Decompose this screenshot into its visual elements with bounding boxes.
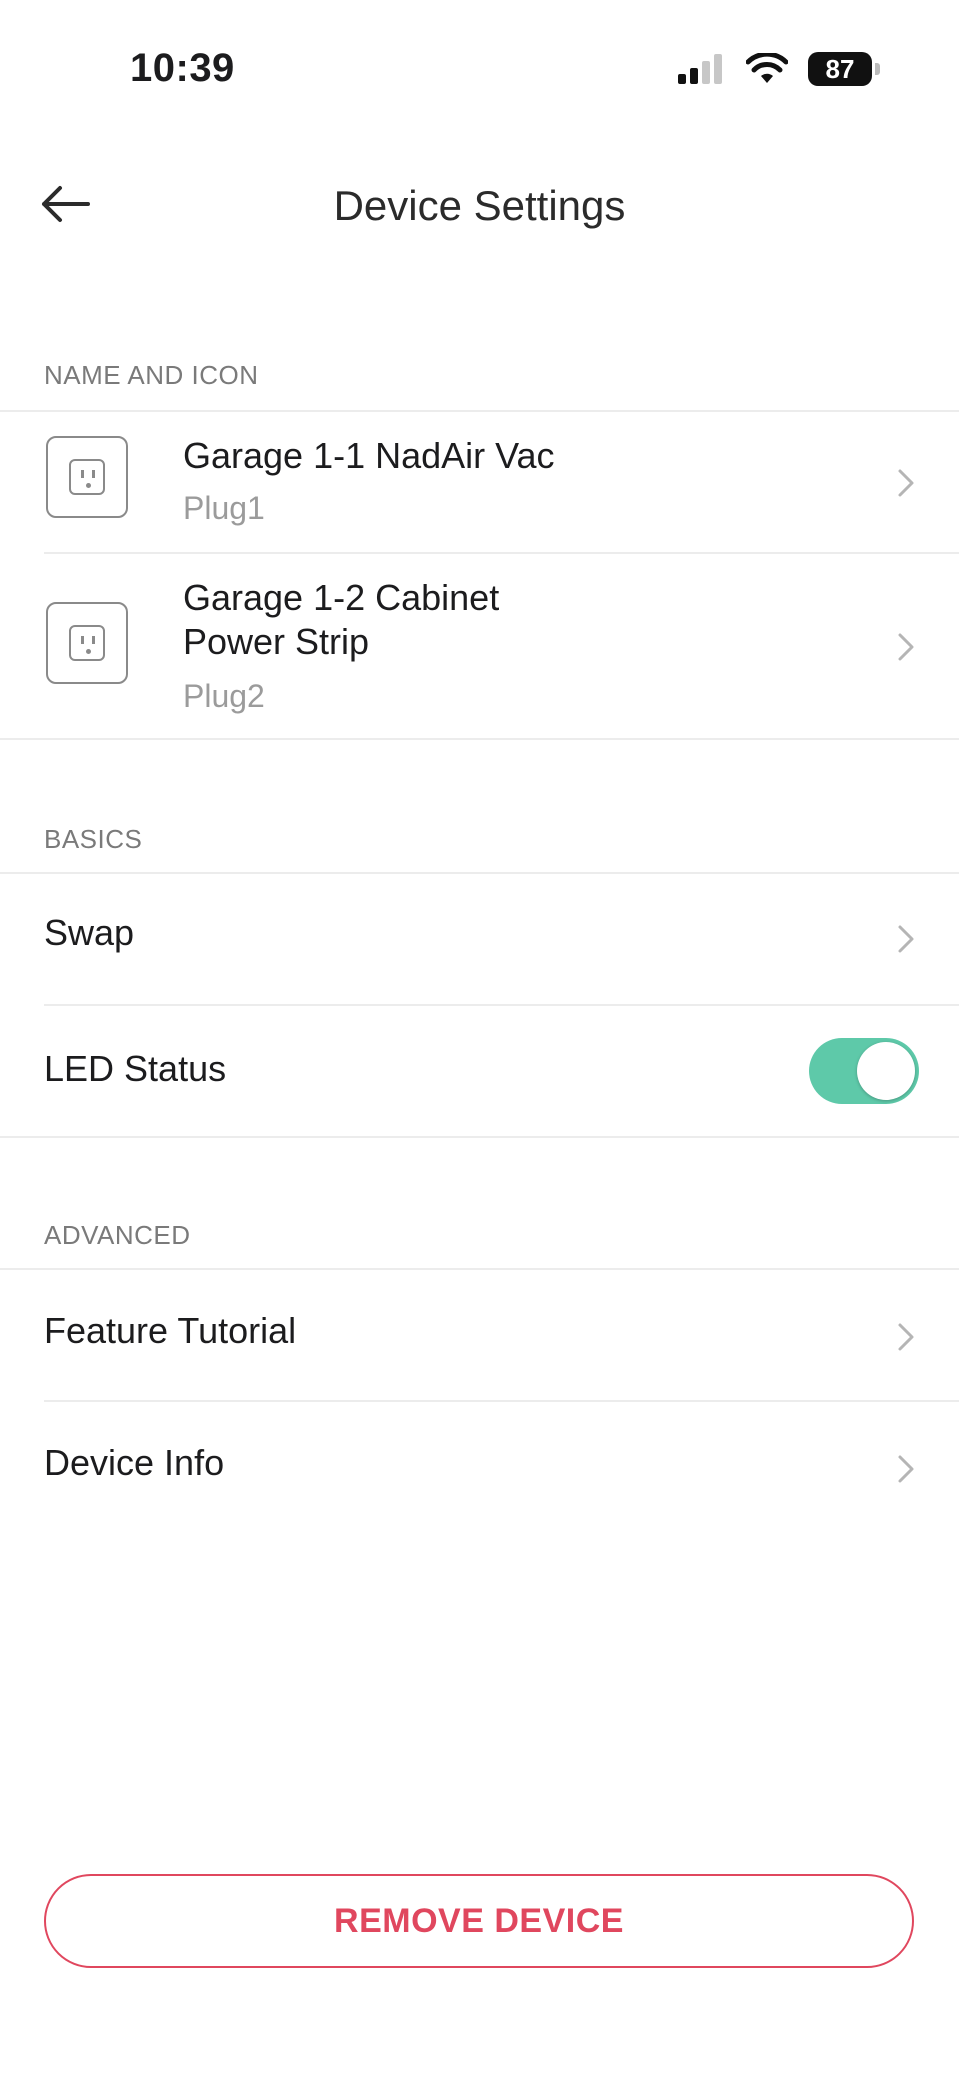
status-icons: 87: [678, 52, 880, 86]
led-status-toggle[interactable]: [809, 1038, 919, 1104]
section-header-advanced: ADVANCED: [44, 1220, 191, 1250]
divider: [0, 738, 959, 740]
toggle-knob: [857, 1042, 915, 1100]
led-status-label: LED Status: [44, 1048, 227, 1089]
device-name: Garage 1-2 Cabinet Power Strip: [183, 577, 500, 662]
swap-row[interactable]: Swap: [0, 874, 959, 1004]
plug-outlet-icon: [46, 436, 128, 518]
section-header-basics: BASICS: [44, 824, 143, 854]
status-bar: 10:39 87: [0, 0, 959, 140]
divider: [0, 1136, 959, 1138]
device-plug-label: Plug2: [183, 678, 265, 714]
device-row-plug2[interactable]: Garage 1-2 Cabinet Power Strip Plug2: [0, 554, 959, 738]
chevron-right-icon: [898, 469, 914, 497]
led-status-row: LED Status: [0, 1006, 959, 1136]
remove-device-button[interactable]: REMOVE DEVICE: [44, 1874, 914, 1968]
swap-label: Swap: [44, 912, 135, 953]
feature-tutorial-label: Feature Tutorial: [44, 1310, 297, 1351]
battery-level: 87: [825, 53, 855, 84]
page-title: Device Settings: [333, 182, 626, 229]
chevron-right-icon: [898, 1455, 914, 1483]
section-header-name-and-icon: NAME AND ICON: [44, 360, 259, 390]
plug-outlet-icon: [46, 602, 128, 684]
device-info-row[interactable]: Device Info: [0, 1402, 959, 1532]
signal-icon: [678, 54, 722, 84]
feature-tutorial-row[interactable]: Feature Tutorial: [0, 1270, 959, 1400]
device-name: Garage 1-1 NadAir Vac: [183, 435, 555, 476]
device-plug-label: Plug1: [183, 490, 265, 526]
nav-header: Device Settings: [0, 150, 959, 260]
device-info-label: Device Info: [44, 1442, 225, 1483]
status-time: 10:39: [130, 46, 235, 90]
chevron-right-icon: [898, 633, 914, 661]
device-row-plug1[interactable]: Garage 1-1 NadAir Vac Plug1: [0, 412, 959, 552]
wifi-icon: [746, 53, 788, 83]
chevron-right-icon: [898, 925, 914, 953]
chevron-right-icon: [898, 1323, 914, 1351]
battery-icon: 87: [808, 52, 880, 86]
